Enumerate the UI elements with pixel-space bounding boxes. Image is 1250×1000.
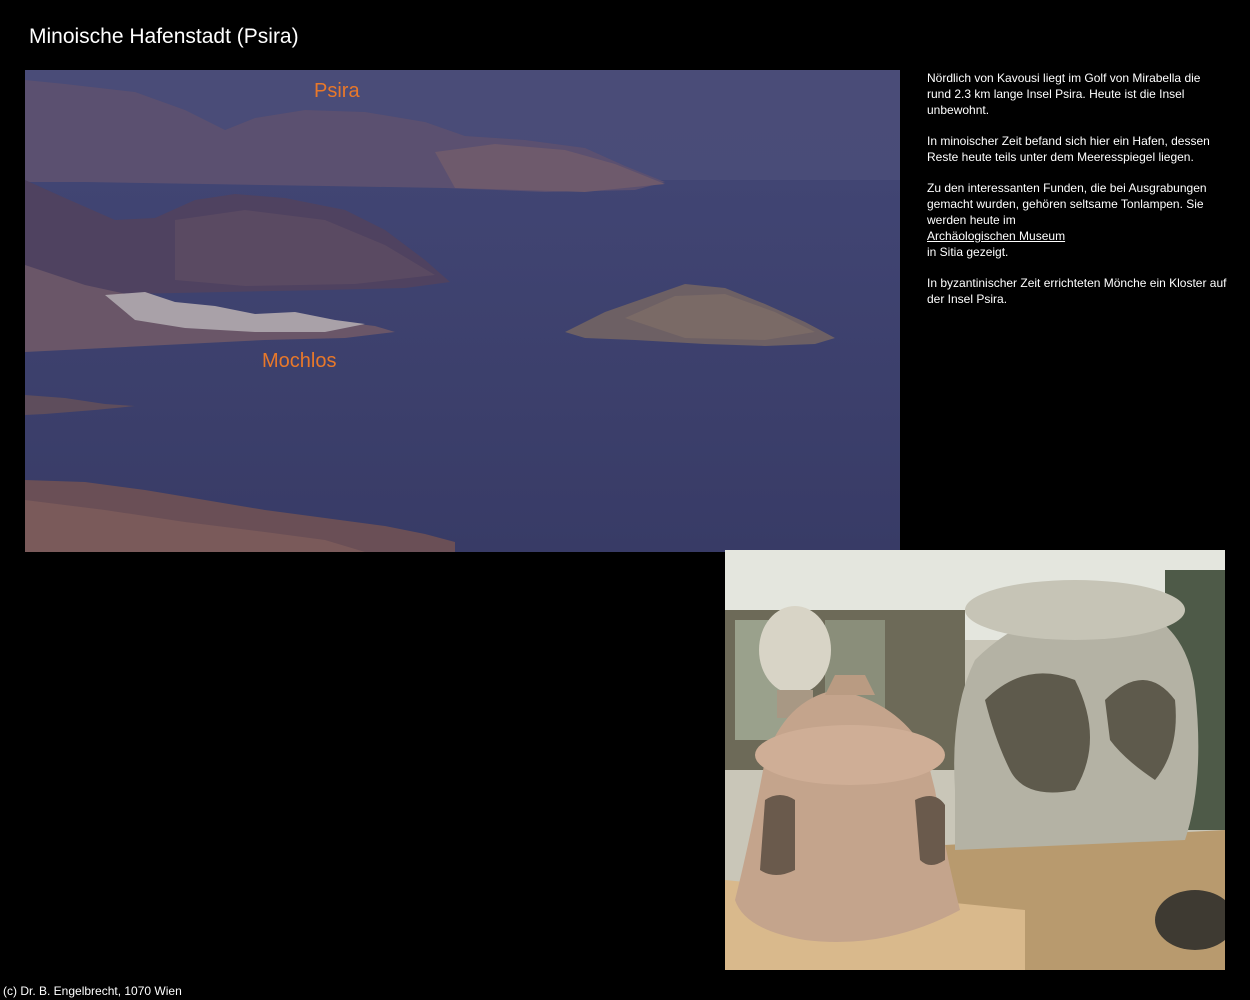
paragraph-monastery: In byzantinischer Zeit errichteten Mönch… [927,276,1227,306]
page-title: Minoische Hafenstadt (Psira) [29,25,299,48]
finds-outro: in Sitia gezeigt. [927,245,1009,259]
copyright-footer: (c) Dr. B. Engelbrecht, 1070 Wien [3,984,182,998]
finds-intro: Zu den interessanten Funden, die bei Aus… [927,181,1207,227]
paragraph-finds: Zu den interessanten Funden, die bei Aus… [927,180,1227,260]
landscape-photo: Psira Mochlos [25,70,900,552]
label-mochlos: Mochlos [262,350,336,372]
description-text: Nördlich von Kavousi liegt im Golf von M… [927,70,1227,322]
label-psira: Psira [314,80,360,102]
paragraph-location: Nördlich von Kavousi liegt im Golf von M… [927,71,1201,117]
paragraph-harbour: In minoischer Zeit befand sich hier ein … [927,134,1210,164]
museum-link[interactable]: Archäologischen Museum [927,228,1227,244]
clay-lamps-photo [725,550,1225,970]
